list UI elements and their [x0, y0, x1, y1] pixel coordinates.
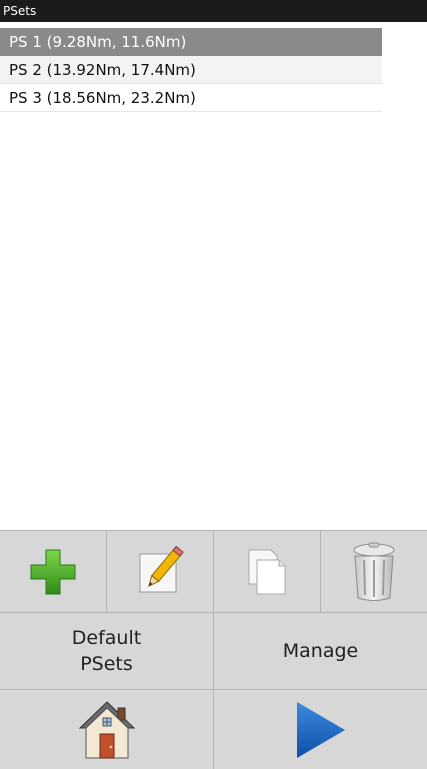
pencil-icon [130, 542, 190, 602]
pset-list: PS 1 (9.28Nm, 11.6Nm) PS 2 (13.92Nm, 17.… [0, 28, 382, 112]
pset-list-item[interactable]: PS 3 (18.56Nm, 23.2Nm) [0, 84, 382, 112]
pset-list-item[interactable]: PS 2 (13.92Nm, 17.4Nm) [0, 56, 382, 84]
window-title: PSets [0, 0, 427, 22]
copy-pset-button[interactable] [214, 530, 321, 612]
home-icon [76, 698, 138, 762]
pset-list-item[interactable]: PS 1 (9.28Nm, 11.6Nm) [0, 28, 382, 56]
delete-pset-button[interactable] [321, 530, 427, 612]
play-icon [293, 700, 349, 760]
manage-button[interactable]: Manage [214, 612, 427, 689]
navigation-row [0, 689, 427, 769]
action-row: Default PSets Manage [0, 612, 427, 689]
home-button[interactable] [0, 689, 214, 769]
copy-documents-icon [237, 542, 297, 602]
play-button[interactable] [214, 689, 427, 769]
add-pset-button[interactable] [0, 530, 107, 612]
pset-toolbar [0, 530, 427, 612]
edit-pset-button[interactable] [107, 530, 214, 612]
plus-icon [25, 544, 81, 600]
default-psets-button[interactable]: Default PSets [0, 612, 214, 689]
trash-can-icon [346, 540, 402, 604]
